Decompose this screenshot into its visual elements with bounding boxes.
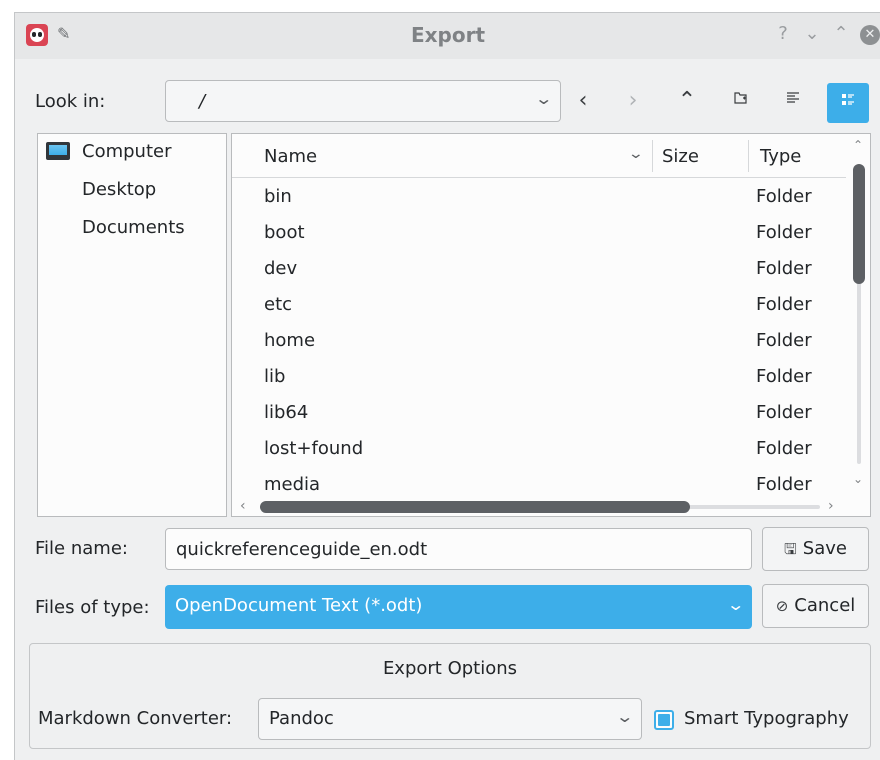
smart-typography-checkbox[interactable]	[654, 710, 674, 730]
file-type-combobox[interactable]: OpenDocument Text (*.odt) ⌄	[165, 585, 752, 629]
file-type-value: OpenDocument Text (*.odt)	[175, 595, 423, 616]
forward-button[interactable]: ›	[615, 83, 651, 119]
file-row[interactable]: lib64 Folder	[232, 396, 846, 432]
sidebar-item-computer[interactable]: Computer	[82, 141, 171, 162]
save-icon: 🖫	[784, 540, 797, 558]
markdown-converter-combobox[interactable]: Pandoc ⌄	[258, 698, 642, 740]
maximize-button[interactable]: ⌃	[830, 23, 852, 44]
window-title: Export	[410, 23, 486, 47]
scroll-left-icon[interactable]: ‹	[240, 498, 246, 514]
export-options-group: Export Options Markdown Converter: Pando…	[29, 643, 871, 749]
list-view-button[interactable]	[827, 83, 869, 123]
column-divider[interactable]	[748, 140, 749, 172]
places-sidebar: Computer Desktop Documents	[37, 133, 227, 517]
list-view-icon	[842, 94, 854, 105]
scroll-down-icon[interactable]: ⌄	[853, 472, 863, 486]
chevron-down-icon: ⌄	[614, 707, 634, 726]
file-type: Folder	[756, 474, 812, 495]
export-options-title: Export Options	[382, 658, 518, 679]
file-type: Folder	[756, 294, 812, 315]
scroll-right-icon[interactable]: ›	[828, 498, 834, 514]
file-list[interactable]: Name ⌄ Size Type bin Folder boot Folder …	[231, 133, 871, 517]
file-type-label: Files of type:	[35, 597, 150, 618]
scroll-up-icon[interactable]: ⌃	[853, 138, 863, 152]
file-name: bin	[264, 186, 292, 207]
chevron-down-icon: ⌄	[725, 595, 745, 614]
markdown-converter-label: Markdown Converter:	[38, 708, 233, 729]
file-name: boot	[264, 222, 305, 243]
file-type: Folder	[756, 438, 812, 459]
file-name: home	[264, 330, 316, 351]
detail-view-button[interactable]	[775, 83, 811, 119]
parent-folder-button[interactable]: ⌃	[669, 83, 705, 119]
help-button[interactable]: ?	[772, 23, 794, 44]
file-name: media	[264, 474, 321, 495]
sort-chevron-icon: ⌄	[627, 146, 645, 162]
file-name: dev	[264, 258, 298, 279]
file-type: Folder	[756, 186, 812, 207]
detail-view-icon	[787, 92, 799, 103]
export-dialog: ✎ Export ? ⌄ ⌃ ✕ Look in: / ⌄ ‹ › ⌃ Comp…	[14, 12, 880, 760]
new-folder-button[interactable]	[723, 83, 759, 119]
sidebar-item-desktop[interactable]: Desktop	[82, 179, 156, 200]
file-list-header: Name ⌄ Size Type	[232, 134, 846, 178]
look-in-combobox[interactable]: / ⌄	[165, 80, 561, 122]
column-header-name[interactable]: Name	[264, 146, 317, 167]
back-button[interactable]: ‹	[565, 83, 601, 119]
cancel-label: Cancel	[794, 595, 856, 616]
cancel-button[interactable]: ⊘ Cancel	[762, 584, 869, 628]
horizontal-scrollbar[interactable]: ‹ ›	[232, 496, 846, 516]
smart-typography-label[interactable]: Smart Typography	[684, 708, 849, 729]
scroll-thumb[interactable]	[260, 501, 690, 513]
file-name: lib	[264, 366, 286, 387]
file-row[interactable]: boot Folder	[232, 216, 846, 252]
file-row[interactable]: lost+found Folder	[232, 432, 846, 468]
save-button[interactable]: 🖫 Save	[762, 527, 869, 571]
file-name-label: File name:	[35, 538, 128, 559]
look-in-label: Look in:	[35, 91, 106, 112]
title-bar[interactable]: ✎ Export ? ⌄ ⌃ ✕	[15, 13, 880, 59]
minimize-button[interactable]: ⌄	[801, 23, 823, 44]
column-header-type[interactable]: Type	[760, 146, 801, 167]
column-divider[interactable]	[652, 140, 653, 172]
file-name-input[interactable]	[165, 528, 752, 570]
cancel-icon: ⊘	[775, 597, 789, 615]
file-type: Folder	[756, 330, 812, 351]
file-name: etc	[264, 294, 293, 315]
file-row[interactable]: etc Folder	[232, 288, 846, 324]
file-row[interactable]: dev Folder	[232, 252, 846, 288]
file-row[interactable]: home Folder	[232, 324, 846, 360]
file-type: Folder	[756, 366, 812, 387]
markdown-converter-value: Pandoc	[269, 708, 334, 729]
close-button[interactable]: ✕	[860, 25, 880, 45]
scroll-thumb[interactable]	[853, 164, 865, 284]
sidebar-item-documents[interactable]: Documents	[82, 217, 185, 238]
file-name: lib64	[264, 402, 309, 423]
file-row[interactable]: lib Folder	[232, 360, 846, 396]
new-folder-icon	[734, 92, 747, 104]
chevron-down-icon: ⌄	[533, 89, 553, 108]
file-type: Folder	[756, 258, 812, 279]
computer-icon	[46, 142, 70, 160]
file-type: Folder	[756, 402, 812, 423]
save-label: Save	[802, 538, 847, 559]
file-type: Folder	[756, 222, 812, 243]
vertical-scrollbar[interactable]: ⌃ ⌄	[846, 134, 870, 494]
file-name: lost+found	[264, 438, 364, 459]
column-header-size[interactable]: Size	[662, 146, 699, 167]
look-in-value: /	[199, 91, 206, 112]
file-row[interactable]: bin Folder	[232, 180, 846, 216]
